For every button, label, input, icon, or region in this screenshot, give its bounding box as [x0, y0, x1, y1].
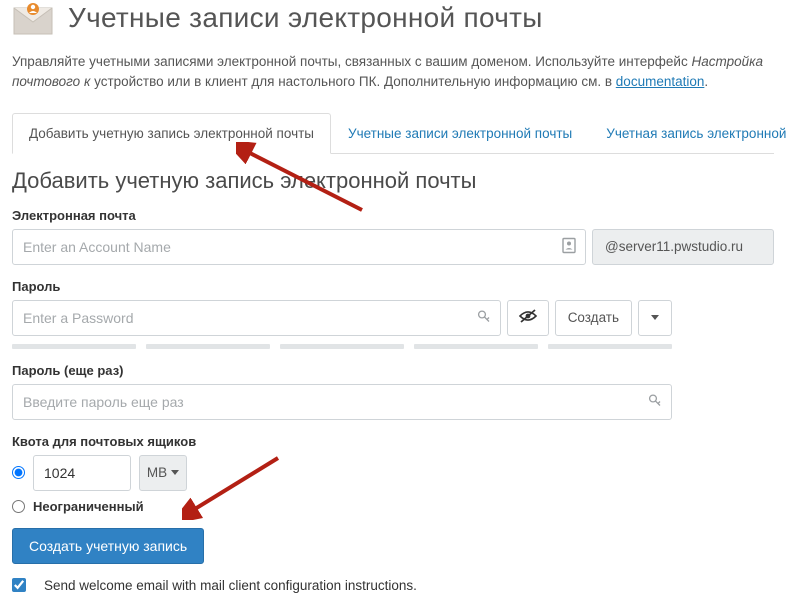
email-label: Электронная почта	[12, 208, 774, 223]
form-heading: Добавить учетную запись электронной почт…	[12, 168, 774, 194]
tab-default-account[interactable]: Учетная запись электронной почты по	[589, 113, 786, 153]
account-name-input[interactable]	[12, 229, 586, 265]
quota-unlimited-radio[interactable]	[12, 500, 25, 513]
send-welcome-label: Send welcome email with mail client conf…	[44, 578, 417, 593]
quota-unit-button[interactable]: MB	[139, 455, 187, 491]
password-strength-meter	[12, 344, 672, 349]
mail-icon	[12, 0, 54, 36]
create-account-button[interactable]: Создать учетную запись	[12, 528, 204, 564]
tab-add-account[interactable]: Добавить учетную запись электронной почт…	[12, 113, 331, 154]
toggle-password-visibility-button[interactable]	[507, 300, 549, 336]
page-title: Учетные записи электронной почты	[68, 2, 543, 34]
quota-value-input[interactable]	[33, 455, 131, 491]
generate-password-button[interactable]: Создать	[555, 300, 632, 336]
tab-accounts[interactable]: Учетные записи электронной почты	[331, 113, 589, 153]
quota-limited-radio[interactable]	[12, 466, 25, 479]
tabs: Добавить учетную запись электронной почт…	[12, 113, 774, 154]
password-label: Пароль	[12, 279, 774, 294]
intro-text: Управляйте учетными записями электронной…	[12, 52, 774, 93]
confirm-password-label: Пароль (еще раз)	[12, 363, 774, 378]
password-input[interactable]	[12, 300, 501, 336]
send-welcome-checkbox[interactable]	[12, 578, 26, 592]
eye-off-icon	[518, 309, 538, 326]
chevron-down-icon	[651, 315, 659, 320]
confirm-password-input[interactable]	[12, 384, 672, 420]
documentation-link[interactable]: documentation	[616, 74, 705, 89]
domain-addon: @server11.pwstudio.ru	[592, 229, 774, 265]
chevron-down-icon	[171, 470, 179, 475]
quota-label: Квота для почтовых ящиков	[12, 434, 774, 449]
generate-password-options-button[interactable]	[638, 300, 672, 336]
page-header: Учетные записи электронной почты	[12, 0, 774, 36]
quota-unlimited-label: Неограниченный	[33, 499, 144, 514]
